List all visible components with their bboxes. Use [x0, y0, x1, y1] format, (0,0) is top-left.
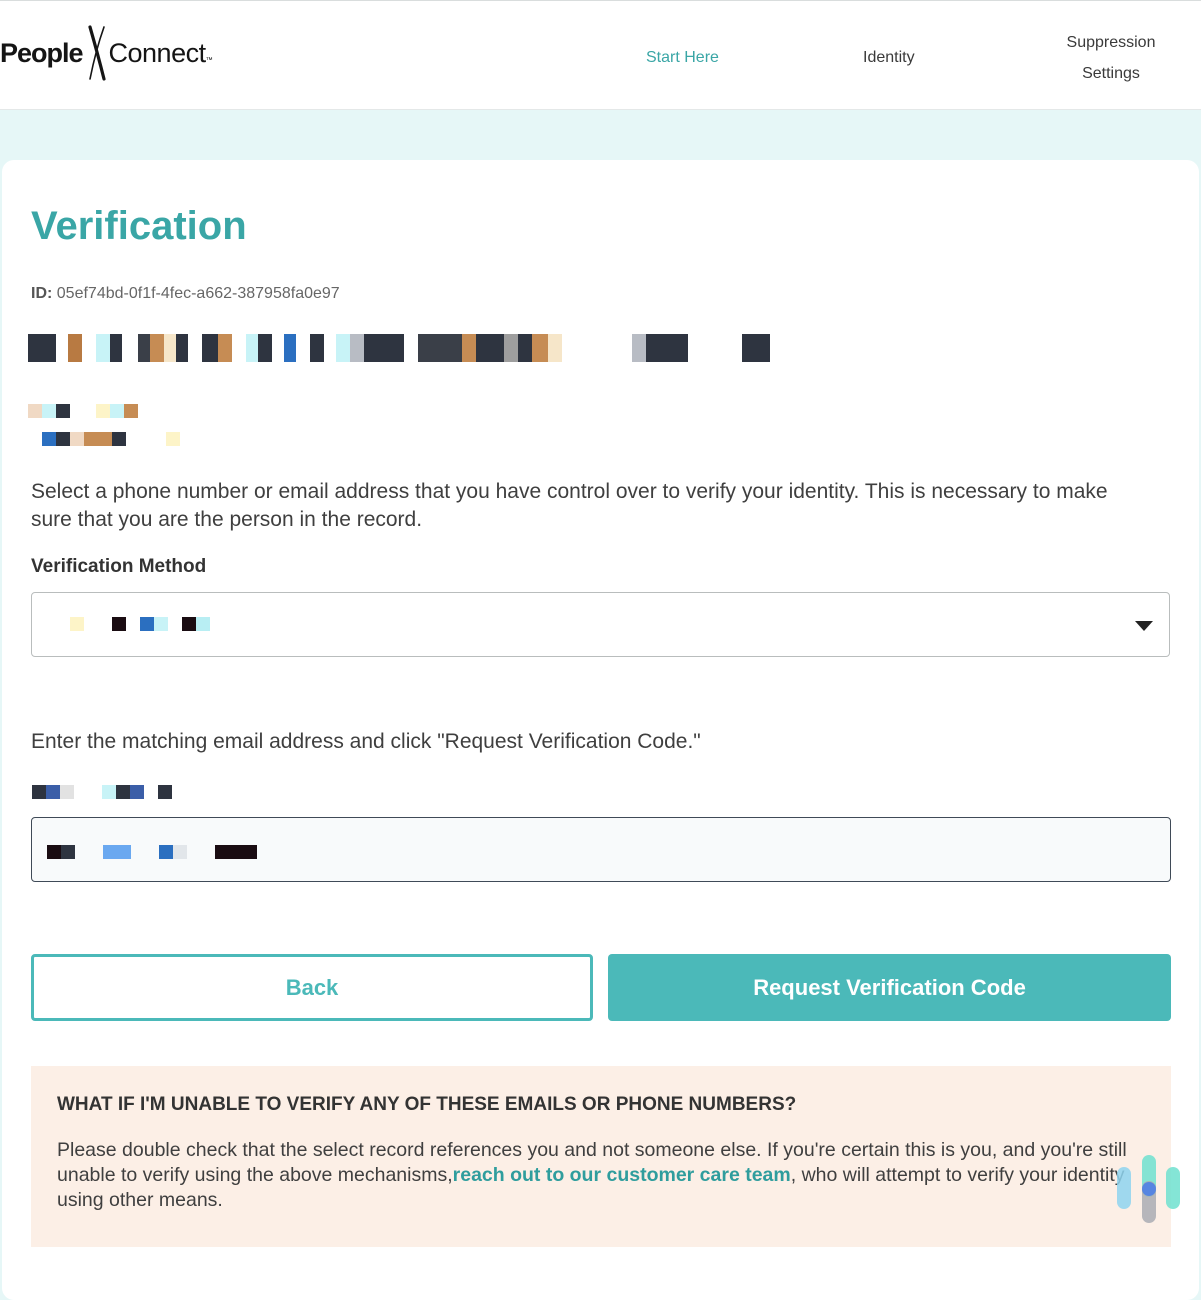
verification-method-select[interactable]: [31, 592, 1170, 657]
redacted-record-detail-2: [42, 432, 180, 446]
peopleconnect-logo[interactable]: People Connect ™: [0, 25, 213, 81]
logo-text-people: People: [0, 37, 84, 68]
record-id: ID: 05ef74bd-0f1f-4fec-a662-387958fa0e97: [31, 285, 340, 303]
help-box: WHAT IF I'M UNABLE TO VERIFY ANY OF THES…: [31, 1066, 1171, 1247]
record-id-label: ID:: [31, 285, 53, 302]
verification-card: Verification ID: 05ef74bd-0f1f-4fec-a662…: [2, 160, 1199, 1300]
nav-start-here[interactable]: Start Here: [646, 42, 719, 73]
top-header: People Connect ™ Start Here Identity Sup…: [0, 0, 1201, 110]
help-text: Please double check that the select reco…: [57, 1138, 1145, 1213]
verification-method-label: Verification Method: [31, 556, 207, 577]
request-verification-code-button[interactable]: Request Verification Code: [608, 954, 1171, 1021]
redacted-record-detail-1: [28, 404, 138, 418]
redacted-record-name: [28, 334, 770, 362]
help-heading: WHAT IF I'M UNABLE TO VERIFY ANY OF THES…: [57, 1094, 797, 1115]
nav-suppression-settings[interactable]: Suppression Settings: [1038, 27, 1184, 89]
logo-trademark: ™: [205, 56, 213, 64]
back-button[interactable]: Back: [31, 954, 593, 1021]
nav-identity[interactable]: Identity: [863, 42, 915, 73]
verification-instructions: Select a phone number or email address t…: [31, 480, 1108, 531]
redacted-selected-method: [70, 617, 210, 631]
page-title: Verification: [31, 204, 247, 248]
redacted-email-value: [47, 845, 257, 859]
logo-x-icon: [87, 25, 106, 81]
record-id-value: 05ef74bd-0f1f-4fec-a662-387958fa0e97: [56, 285, 340, 302]
redacted-email-hint: [32, 785, 172, 799]
chat-widget-icon[interactable]: [1115, 1153, 1185, 1225]
customer-care-link[interactable]: reach out to our customer care team: [453, 1164, 791, 1186]
email-instruction: Enter the matching email address and cli…: [31, 730, 701, 753]
logo-text-connect: Connect: [108, 37, 207, 68]
caret-down-icon[interactable]: [1135, 621, 1153, 631]
email-input[interactable]: [31, 817, 1171, 882]
